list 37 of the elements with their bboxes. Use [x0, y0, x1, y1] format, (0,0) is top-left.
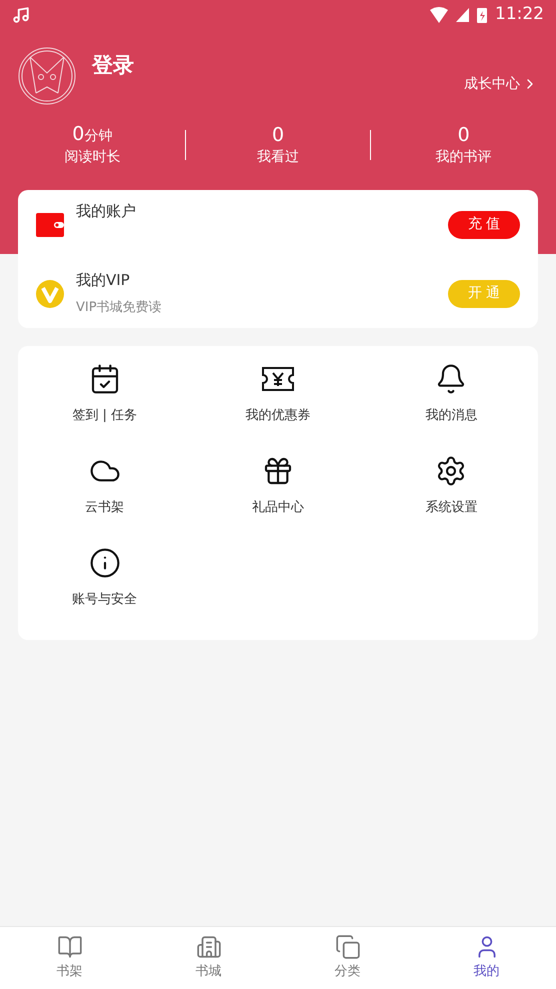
- stat-label: 阅读时长: [64, 148, 120, 167]
- stat-unit: 分钟: [84, 127, 112, 146]
- stat-value: 0: [72, 122, 84, 146]
- menu-item[interactable]: 签到 | 任务: [18, 360, 192, 452]
- menu-item[interactable]: 礼品中心: [191, 452, 365, 544]
- battery-icon: [477, 8, 487, 22]
- action-button[interactable]: 充 值: [448, 210, 520, 238]
- menu-item[interactable]: 云书架: [18, 452, 192, 544]
- info-icon: [88, 547, 121, 579]
- nav-tab[interactable]: 我的: [417, 927, 556, 989]
- menu-item[interactable]: 我的优惠券: [191, 360, 365, 452]
- squares-icon: [334, 934, 360, 960]
- music-note-icon: [12, 6, 30, 24]
- menu-item[interactable]: 我的消息: [364, 360, 538, 452]
- account-title: 我的账户: [76, 201, 136, 222]
- account-subtitle: VIP书城免费读: [76, 298, 162, 316]
- coupon-icon: [260, 365, 295, 393]
- menu-item[interactable]: 账号与安全: [18, 544, 192, 636]
- wallet-icon: [36, 212, 64, 236]
- account-title: 我的VIP: [76, 270, 131, 291]
- wifi-icon: [430, 7, 448, 23]
- stat-value: 0: [272, 122, 284, 146]
- menu-item[interactable]: 系统设置: [364, 452, 538, 544]
- vip-icon: [36, 280, 64, 308]
- book-icon: [56, 934, 82, 960]
- stat-label: 我的书评: [436, 148, 492, 166]
- stat-value: 0: [458, 122, 470, 146]
- growth-center-link[interactable]: 成长中心: [464, 74, 538, 94]
- nav-tab[interactable]: 书城: [139, 927, 278, 989]
- avatar: [18, 47, 76, 105]
- login-button[interactable]: 登录: [92, 50, 134, 82]
- nav-tab[interactable]: 分类: [278, 927, 417, 989]
- status-time: 11:22: [495, 3, 544, 26]
- signal-icon: [456, 8, 469, 22]
- building-icon: [196, 934, 222, 960]
- nav-tab[interactable]: 书架: [0, 927, 139, 989]
- stat-label: 我看过: [257, 148, 299, 166]
